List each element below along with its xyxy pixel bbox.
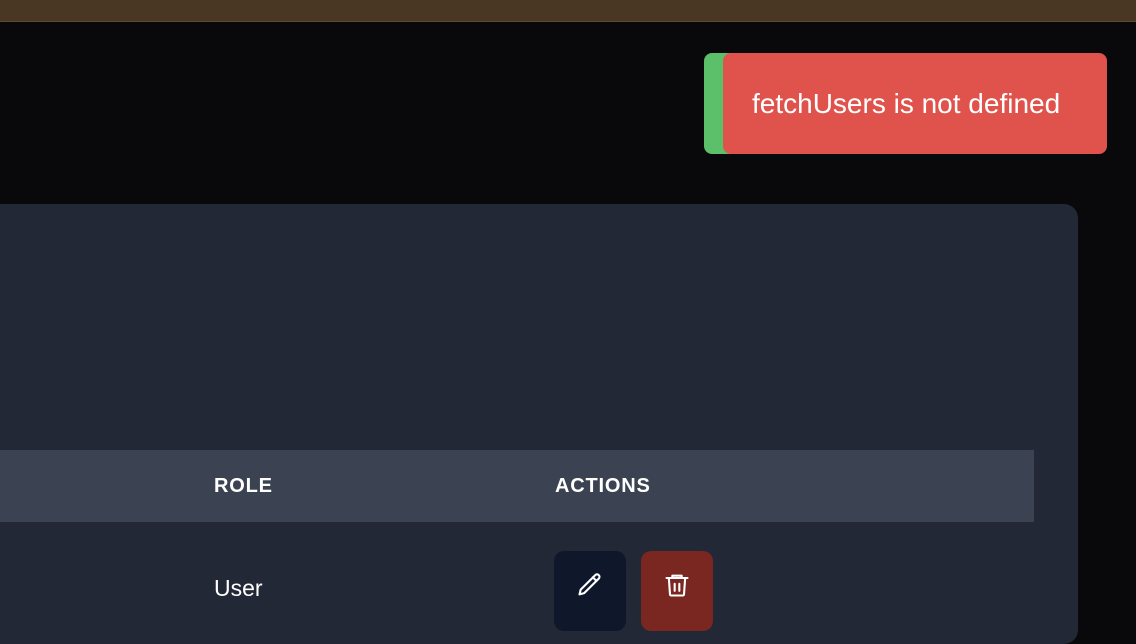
trash-icon	[665, 574, 689, 597]
users-card	[0, 204, 1078, 644]
delete-button[interactable]	[641, 551, 713, 631]
edit-button[interactable]	[554, 551, 626, 631]
toast-message: fetchUsers is not defined	[752, 87, 1061, 119]
error-toast[interactable]: fetchUsers is not defined	[723, 53, 1107, 154]
table-cell-role: User	[214, 575, 263, 601]
table-header	[0, 450, 1034, 522]
column-header-role: ROLE	[214, 475, 273, 497]
column-header-actions: ACTIONS	[555, 475, 651, 497]
pencil-icon	[578, 573, 601, 596]
top-bar	[0, 0, 1136, 22]
